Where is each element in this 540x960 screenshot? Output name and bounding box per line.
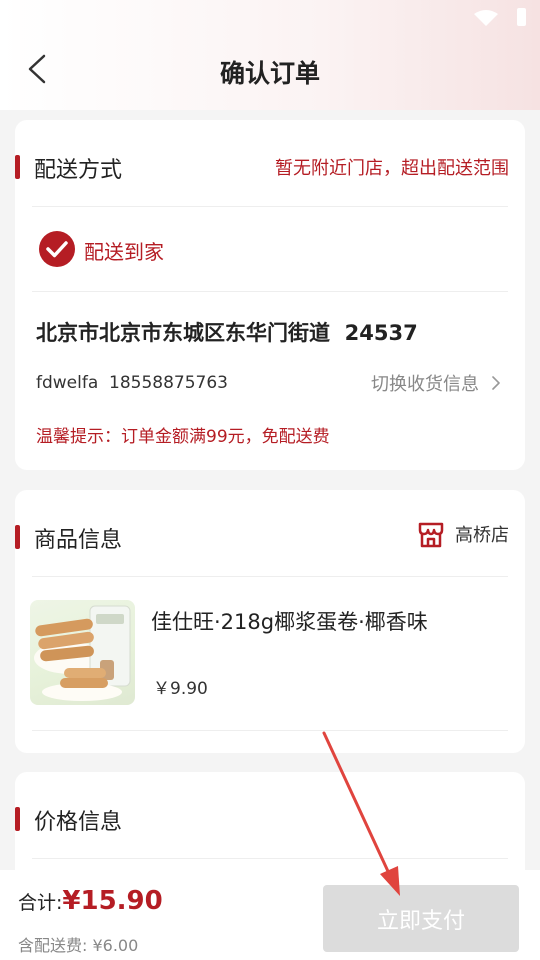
divider: [32, 206, 508, 207]
goods-section-title: 商品信息: [34, 528, 123, 553]
delivery-option-label: 配送到家: [84, 240, 164, 264]
section-accent-bar: [15, 155, 20, 179]
delivery-address: 北京市北京市东城区东华门街道 24537: [36, 321, 418, 345]
switch-address-link[interactable]: 切换收货信息: [371, 371, 505, 395]
divider: [32, 858, 508, 859]
goods-section-header: 商品信息 高桥店: [15, 490, 525, 576]
divider: [32, 730, 508, 731]
delivery-section-title: 配送方式: [34, 158, 123, 183]
goods-name: 佳仕旺·218g椰浆蛋卷·椰香味: [151, 610, 428, 634]
divider: [32, 291, 508, 292]
status-bar: [456, 8, 526, 28]
goods-price: ￥9.90: [153, 679, 208, 699]
section-accent-bar: [15, 807, 20, 831]
price-section-header: 价格信息: [15, 772, 525, 858]
contact-name: fdwelfa: [36, 373, 99, 393]
app-header: 确认订单: [0, 40, 540, 100]
product-image: [30, 600, 135, 705]
switch-address-label: 切换收货信息: [371, 374, 479, 395]
battery-icon: [517, 8, 526, 26]
wifi-icon: [474, 10, 498, 26]
total-value: ¥15.90: [62, 886, 163, 916]
store-name: 高桥店: [455, 525, 509, 546]
store-info: 高桥店: [417, 518, 509, 550]
delivery-range-notice: 暂无附近门店，超出配送范围: [275, 158, 509, 179]
price-section-title: 价格信息: [34, 810, 123, 835]
check-circle-icon: [39, 231, 75, 267]
store-icon: [418, 522, 444, 548]
delivery-option-home[interactable]: 配送到家: [38, 230, 238, 270]
delivery-card: 配送方式 暂无附近门店，超出配送范围 配送到家 北京市北京市东城区东华门街道 2…: [15, 120, 525, 470]
delivery-section-header: 配送方式 暂无附近门店，超出配送范围: [15, 120, 525, 206]
contact-phone: 18558875763: [109, 373, 228, 393]
bottom-pay-bar: 合计: ¥15.90 含配送费: ¥6.00 立即支付: [0, 870, 540, 960]
total-amount: 合计: ¥15.90: [18, 886, 163, 916]
goods-card: 商品信息 高桥店 佳仕旺·218g椰浆蛋卷·椰香味 ￥9.90: [15, 490, 525, 753]
total-label: 合计:: [18, 892, 63, 914]
goods-item[interactable]: 佳仕旺·218g椰浆蛋卷·椰香味 ￥9.90: [15, 576, 525, 728]
page-title: 确认订单: [219, 59, 320, 88]
free-shipping-tip: 温馨提示：订单金额满99元，免配送费: [36, 427, 330, 447]
delivery-fee-note: 含配送费: ¥6.00: [18, 936, 139, 955]
section-accent-bar: [15, 525, 20, 549]
pay-now-button[interactable]: 立即支付: [323, 885, 519, 952]
chevron-right-icon: [492, 376, 500, 390]
egg-roll-illustration: [34, 605, 131, 701]
